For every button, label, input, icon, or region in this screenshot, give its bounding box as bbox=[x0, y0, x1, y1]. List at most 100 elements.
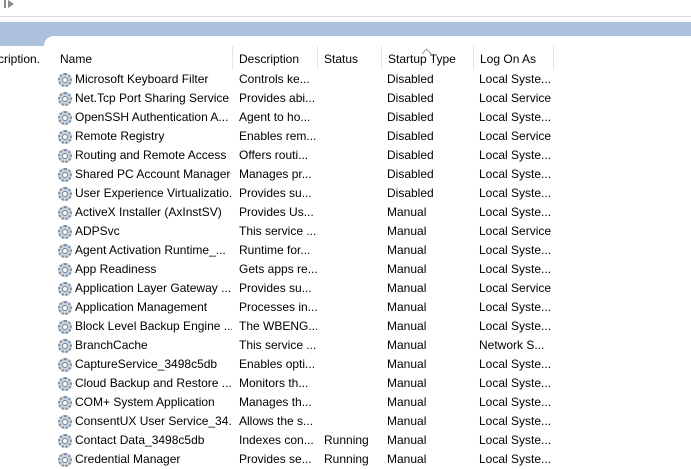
services-list-panel: Name Description Status Startup Type Log… bbox=[44, 36, 691, 467]
column-header: Name Description Status Startup Type Log… bbox=[44, 46, 691, 70]
service-startup-type: Disabled bbox=[387, 148, 434, 162]
service-log-on-as: Local Syste... bbox=[479, 395, 552, 409]
service-description: Runtime for... bbox=[239, 243, 311, 257]
service-description: Offers routi... bbox=[239, 148, 309, 162]
table-row[interactable]: App Readiness Gets apps re... Manual Local … bbox=[44, 260, 691, 279]
description-pane: cription. bbox=[0, 46, 44, 465]
table-row[interactable]: Contact Data_3498c5db Indexes con... Runni… bbox=[44, 431, 691, 450]
service-status bbox=[318, 260, 381, 279]
table-row[interactable]: User Experience Virtualizatio... Provides… bbox=[44, 184, 691, 203]
service-description: Provides su... bbox=[239, 186, 312, 200]
service-startup-type: Manual bbox=[387, 262, 427, 276]
table-row[interactable]: Microsoft Keyboard Filter Controls ke... D… bbox=[44, 70, 691, 89]
service-name: BranchCache bbox=[75, 338, 148, 352]
service-log-on-as: Local Syste... bbox=[479, 205, 552, 219]
table-row[interactable]: COM+ System Application Manages th... Manu… bbox=[44, 393, 691, 412]
service-startup-type: Manual bbox=[387, 357, 427, 371]
table-row[interactable]: Remote Registry Enables rem... Disabled Loc… bbox=[44, 127, 691, 146]
service-startup-type: Disabled bbox=[387, 186, 434, 200]
service-description: Indexes con... bbox=[239, 433, 314, 447]
service-description: Provides su... bbox=[239, 281, 312, 295]
service-startup-type: Manual bbox=[387, 338, 427, 352]
column-header-name[interactable]: Name bbox=[54, 46, 233, 70]
table-row[interactable]: Routing and Remote Access Offers routi...… bbox=[44, 146, 691, 165]
table-row[interactable]: ConsentUX User Service_34... Allows the s… bbox=[44, 412, 691, 431]
service-description: Provides Us... bbox=[239, 205, 314, 219]
service-description: Enables opti... bbox=[239, 357, 316, 371]
table-row[interactable]: Agent Activation Runtime_... Runtime for.… bbox=[44, 241, 691, 260]
service-startup-type: Manual bbox=[387, 205, 427, 219]
service-name: Credential Manager bbox=[75, 452, 181, 466]
service-status bbox=[318, 203, 381, 222]
table-row[interactable]: Shared PC Account Manager Manages pr... Di… bbox=[44, 165, 691, 184]
service-log-on-as: Local Syste... bbox=[479, 376, 552, 390]
service-startup-type: Manual bbox=[387, 243, 427, 257]
table-row[interactable]: BranchCache This service ... Manual Network… bbox=[44, 336, 691, 355]
service-startup-type: Manual bbox=[387, 376, 427, 390]
service-description: Allows the s... bbox=[239, 414, 314, 428]
table-row[interactable]: Application Management Processes in... Man… bbox=[44, 298, 691, 317]
service-description: Manages pr... bbox=[239, 167, 312, 181]
service-description: Agent to ho... bbox=[239, 110, 311, 124]
table-row[interactable]: ActiveX Installer (AxInstSV) Provides Us.… bbox=[44, 203, 691, 222]
service-description: Provides se... bbox=[239, 452, 312, 466]
service-name: Shared PC Account Manager bbox=[75, 167, 231, 181]
column-header-log-on-as[interactable]: Log On As bbox=[474, 46, 554, 70]
table-row[interactable]: Credential Manager Provides se... Running M… bbox=[44, 450, 691, 469]
service-name: User Experience Virtualizatio... bbox=[75, 186, 232, 200]
service-startup-type: Disabled bbox=[387, 72, 434, 86]
service-status bbox=[318, 393, 381, 412]
service-description: This service ... bbox=[239, 224, 317, 238]
table-row[interactable]: CaptureService_3498c5db Enables opti... Ma… bbox=[44, 355, 691, 374]
service-name: OpenSSH Authentication A... bbox=[75, 110, 229, 124]
service-name: App Readiness bbox=[75, 262, 157, 276]
service-name: Routing and Remote Access bbox=[75, 148, 227, 162]
service-name: ConsentUX User Service_34... bbox=[75, 414, 232, 428]
service-status bbox=[318, 70, 381, 89]
service-name: Block Level Backup Engine ... bbox=[75, 319, 232, 333]
service-name: Contact Data_3498c5db bbox=[75, 433, 205, 447]
service-description: Monitors th... bbox=[239, 376, 309, 390]
service-log-on-as: Local Syste... bbox=[479, 357, 552, 371]
service-status bbox=[318, 184, 381, 203]
service-name: Application Management bbox=[75, 300, 208, 314]
service-startup-type: Manual bbox=[387, 300, 427, 314]
service-description: The WBENG... bbox=[239, 319, 317, 333]
table-row[interactable]: Net.Tcp Port Sharing Service Provides abi… bbox=[44, 89, 691, 108]
service-status bbox=[318, 165, 381, 184]
service-log-on-as: Local Service bbox=[479, 129, 552, 143]
service-log-on-as: Network S... bbox=[479, 338, 545, 352]
service-description: Controls ke... bbox=[239, 72, 310, 86]
service-status bbox=[318, 298, 381, 317]
service-name: Agent Activation Runtime_... bbox=[75, 243, 226, 257]
service-startup-type: Manual bbox=[387, 452, 427, 466]
table-row[interactable]: ADPSvc This service ... Manual Local Servic… bbox=[44, 222, 691, 241]
description-text: cription. bbox=[0, 52, 41, 66]
service-status bbox=[318, 412, 381, 431]
service-log-on-as: Local Syste... bbox=[479, 452, 552, 466]
service-log-on-as: Local Service bbox=[479, 91, 552, 105]
table-row[interactable]: Cloud Backup and Restore ... Monitors th.… bbox=[44, 374, 691, 393]
service-startup-type: Manual bbox=[387, 319, 427, 333]
service-log-on-as: Local Syste... bbox=[479, 243, 552, 257]
service-description: This service ... bbox=[239, 338, 317, 352]
service-status bbox=[318, 108, 381, 127]
service-description: Provides abi... bbox=[239, 91, 316, 105]
toolbar bbox=[0, 0, 691, 17]
service-startup-type: Disabled bbox=[387, 110, 434, 124]
table-row[interactable]: OpenSSH Authentication A... Agent to ho..… bbox=[44, 108, 691, 127]
play-icon[interactable] bbox=[4, 0, 18, 10]
service-log-on-as: Local Syste... bbox=[479, 186, 552, 200]
table-row[interactable]: Block Level Backup Engine ... The WBENG..… bbox=[44, 317, 691, 336]
service-log-on-as: Local Syste... bbox=[479, 167, 552, 181]
service-status bbox=[318, 127, 381, 146]
service-status bbox=[318, 241, 381, 260]
service-log-on-as: Local Service bbox=[479, 224, 552, 238]
service-log-on-as: Local Syste... bbox=[479, 414, 552, 428]
service-description: Enables rem... bbox=[239, 129, 317, 143]
column-header-description[interactable]: Description bbox=[233, 46, 318, 70]
table-row[interactable]: Application Layer Gateway ... Provides su… bbox=[44, 279, 691, 298]
service-name: Application Layer Gateway ... bbox=[75, 281, 232, 295]
column-header-status[interactable]: Status bbox=[318, 46, 382, 70]
service-status bbox=[318, 374, 381, 393]
